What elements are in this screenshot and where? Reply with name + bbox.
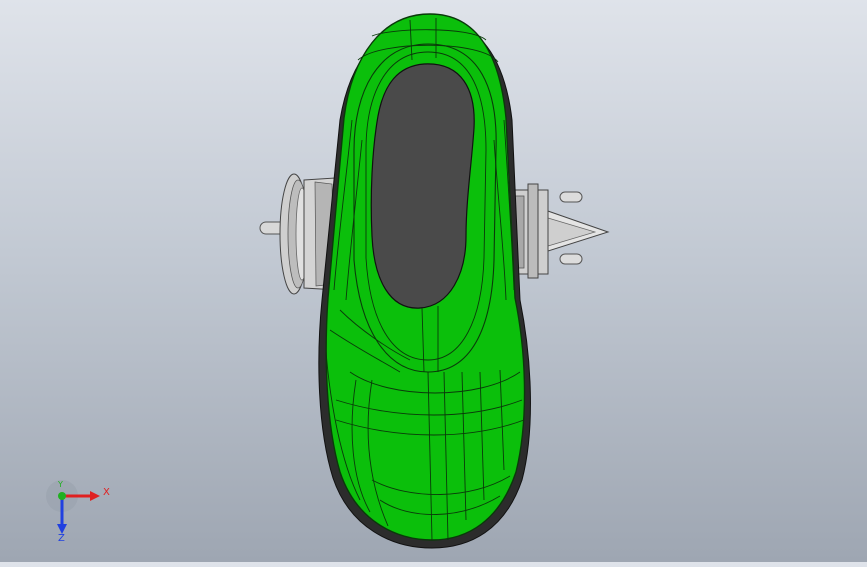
boot-model[interactable] xyxy=(0,0,867,562)
y-axis-dot xyxy=(58,492,66,500)
orientation-triad: X Y Z xyxy=(40,478,120,548)
y-axis-label: Y xyxy=(58,480,63,489)
x-axis-label: X xyxy=(103,487,110,498)
z-axis-label: Z xyxy=(58,533,65,544)
boot-opening xyxy=(370,63,475,309)
graphics-viewport[interactable] xyxy=(0,0,867,562)
